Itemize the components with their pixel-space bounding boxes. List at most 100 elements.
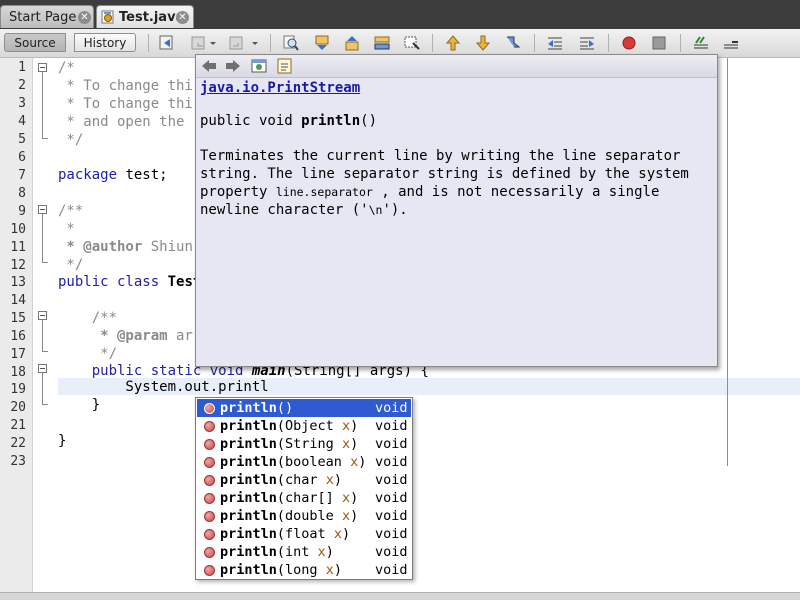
method-params: (char[]	[276, 490, 342, 506]
uncomment-icon[interactable]	[722, 34, 740, 52]
code-line[interactable]: /*	[58, 59, 75, 77]
completion-signature: println(int x)	[220, 543, 334, 561]
forward-icon[interactable]	[224, 57, 242, 75]
completion-item[interactable]: println(double x) void	[197, 507, 411, 525]
open-source-icon[interactable]	[276, 57, 294, 75]
method-icon	[204, 493, 215, 504]
completion-signature: println(double x)	[220, 507, 358, 525]
signature-suffix: ()	[360, 113, 378, 129]
comment-icon[interactable]	[692, 34, 710, 52]
code-line[interactable]: package test;	[58, 166, 168, 184]
completion-item[interactable]: println(float x) void	[197, 525, 411, 543]
back-icon[interactable]	[200, 57, 218, 75]
find-next-icon[interactable]	[343, 34, 361, 52]
find-icon[interactable]	[282, 34, 300, 52]
close-icon[interactable]: ✕	[78, 11, 91, 24]
line-number: 23	[10, 454, 26, 469]
line-number: 8	[18, 186, 26, 201]
return-type: void	[375, 544, 408, 560]
method-params: (char	[276, 472, 326, 488]
completion-item[interactable]: println(char[] x) void	[197, 489, 411, 507]
code-line[interactable]: * @author Shiun	[58, 238, 193, 256]
method-params-close: )	[341, 526, 351, 542]
completion-item[interactable]: println(int x) void	[197, 543, 411, 561]
find-previous-icon[interactable]	[313, 34, 331, 52]
code-line[interactable]: */	[58, 345, 117, 363]
code-line[interactable]: * and open the	[58, 113, 184, 131]
stop-macro-icon[interactable]	[650, 34, 668, 52]
code-line[interactable]: /**	[58, 309, 117, 327]
completion-item[interactable]: println(boolean x) void	[197, 453, 411, 471]
method-params-close: )	[325, 544, 334, 560]
javadoc-popup: java.io.PrintStream public void println(…	[195, 54, 718, 367]
description-code: \n	[368, 203, 383, 217]
previous-bookmark-icon[interactable]	[444, 34, 462, 52]
completion-item[interactable]: println(long x) void	[197, 561, 411, 579]
return-type: void	[375, 490, 408, 506]
forward-icon[interactable]	[228, 34, 246, 52]
fold-guide	[42, 373, 43, 404]
tab-start-page[interactable]: Start Page ✕	[0, 5, 94, 28]
code-line[interactable]: *	[58, 220, 74, 238]
signature-method: println	[301, 113, 361, 129]
fold-toggle-icon[interactable]	[38, 364, 47, 373]
completion-signature: println(float x)	[220, 525, 350, 543]
find-selection-icon[interactable]	[373, 34, 391, 52]
code-line[interactable]: * To change thi	[58, 95, 192, 113]
param-name: x	[341, 508, 351, 524]
code-line[interactable]: */	[58, 131, 83, 149]
method-icon	[204, 403, 215, 414]
method-icon	[204, 547, 215, 558]
shift-right-icon[interactable]	[578, 34, 596, 52]
code-text: ar	[167, 328, 193, 344]
fold-guide	[42, 320, 43, 351]
code-line[interactable]: * To change thi	[58, 77, 192, 95]
code-line[interactable]: }	[58, 432, 66, 450]
method-name: println	[220, 454, 277, 470]
source-button[interactable]: Source	[4, 33, 66, 52]
javadoc-class-link[interactable]: java.io.PrintStream	[200, 80, 360, 96]
code-line[interactable]: public class Test	[58, 273, 201, 291]
code-line[interactable]: }	[58, 396, 100, 414]
show-in-browser-icon[interactable]	[250, 57, 268, 75]
return-type: void	[375, 454, 408, 470]
line-number: 22	[10, 436, 26, 451]
start-macro-icon[interactable]	[620, 34, 638, 52]
code-line[interactable]: */	[58, 256, 83, 274]
fold-toggle-icon[interactable]	[38, 311, 47, 320]
fold-toggle-icon[interactable]	[38, 205, 47, 214]
code-completion-list: println() void println(Object x) void pr…	[195, 397, 413, 580]
code-line[interactable]: * @param ar	[58, 327, 193, 345]
code-text: Shiun	[142, 239, 193, 255]
param-name: x	[341, 436, 351, 452]
next-bookmark-icon[interactable]	[474, 34, 492, 52]
code-line-current[interactable]: System.out.printl	[58, 378, 268, 396]
method-name: println	[220, 526, 277, 542]
completion-item[interactable]: println() void	[197, 399, 411, 417]
line-number: 4	[18, 114, 26, 129]
toggle-bookmark-icon[interactable]	[504, 34, 522, 52]
method-icon	[204, 529, 215, 540]
completion-item[interactable]: println(String x) void	[197, 435, 411, 453]
toggle-highlight-icon[interactable]	[403, 34, 421, 52]
tab-test-java[interactable]: Test.java ✕	[96, 5, 194, 28]
code-line[interactable]: /**	[58, 202, 83, 220]
method-params-close: )	[350, 436, 359, 452]
return-type: void	[375, 472, 408, 488]
last-edit-icon[interactable]	[158, 34, 176, 52]
completion-signature: println(String x)	[220, 435, 358, 453]
method-params: (boolean	[276, 454, 351, 470]
fold-toggle-icon[interactable]	[38, 63, 47, 72]
toolbar-separator	[534, 34, 535, 52]
history-button[interactable]: History	[74, 33, 136, 52]
chevron-down-icon[interactable]	[250, 34, 260, 52]
method-icon	[204, 457, 215, 468]
close-icon[interactable]: ✕	[176, 11, 189, 24]
back-icon[interactable]	[190, 34, 208, 52]
completion-item[interactable]: println(Object x) void	[197, 417, 411, 435]
method-params-close: )	[350, 490, 359, 506]
method-name: println	[220, 490, 277, 506]
shift-left-icon[interactable]	[546, 34, 564, 52]
completion-item[interactable]: println(char x) void	[197, 471, 411, 489]
chevron-down-icon[interactable]	[208, 34, 218, 52]
